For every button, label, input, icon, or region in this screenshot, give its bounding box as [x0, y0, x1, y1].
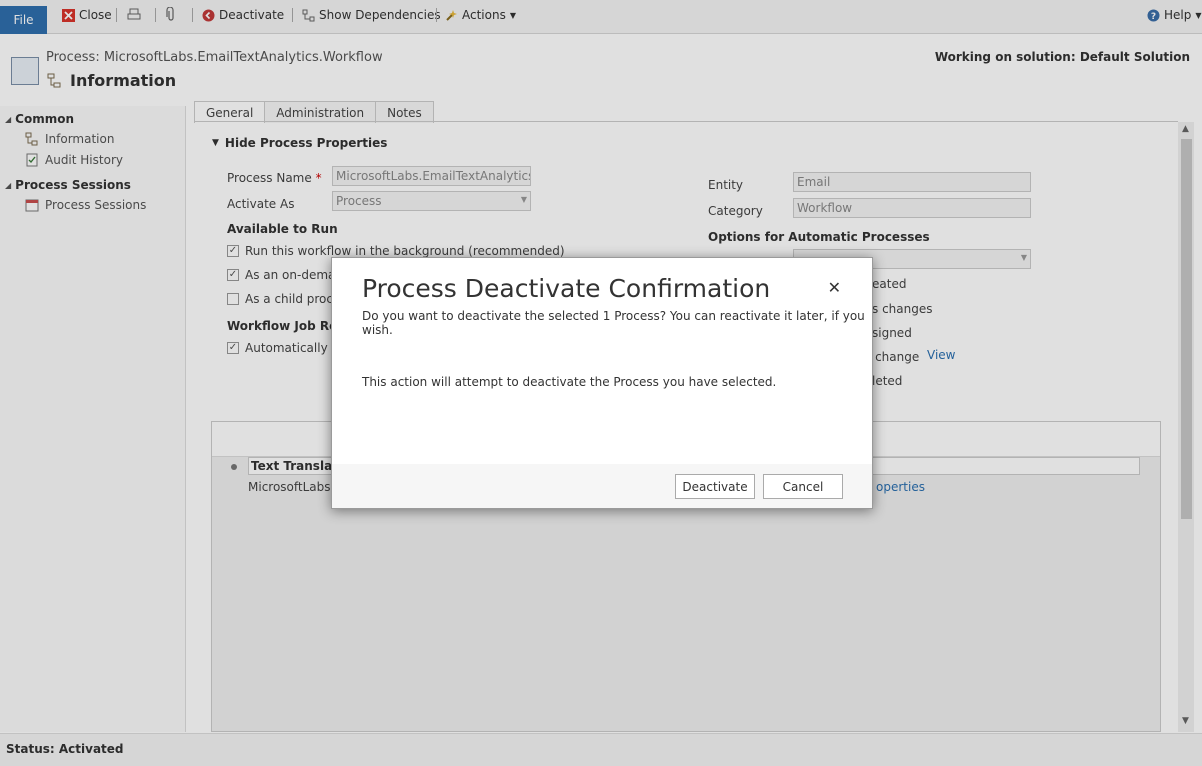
deactivate-confirmation-dialog: Process Deactivate Confirmation ✕ Do you…: [331, 257, 873, 509]
dialog-body-text: This action will attempt to deactivate t…: [362, 375, 777, 389]
cancel-button[interactable]: Cancel: [763, 474, 843, 499]
dialog-subtitle: Do you want to deactivate the selected 1…: [362, 309, 865, 337]
dialog-footer: Deactivate Cancel: [332, 464, 872, 508]
dialog-title: Process Deactivate Confirmation: [362, 274, 771, 303]
close-icon[interactable]: ✕: [828, 278, 841, 297]
deactivate-button[interactable]: Deactivate: [675, 474, 755, 499]
